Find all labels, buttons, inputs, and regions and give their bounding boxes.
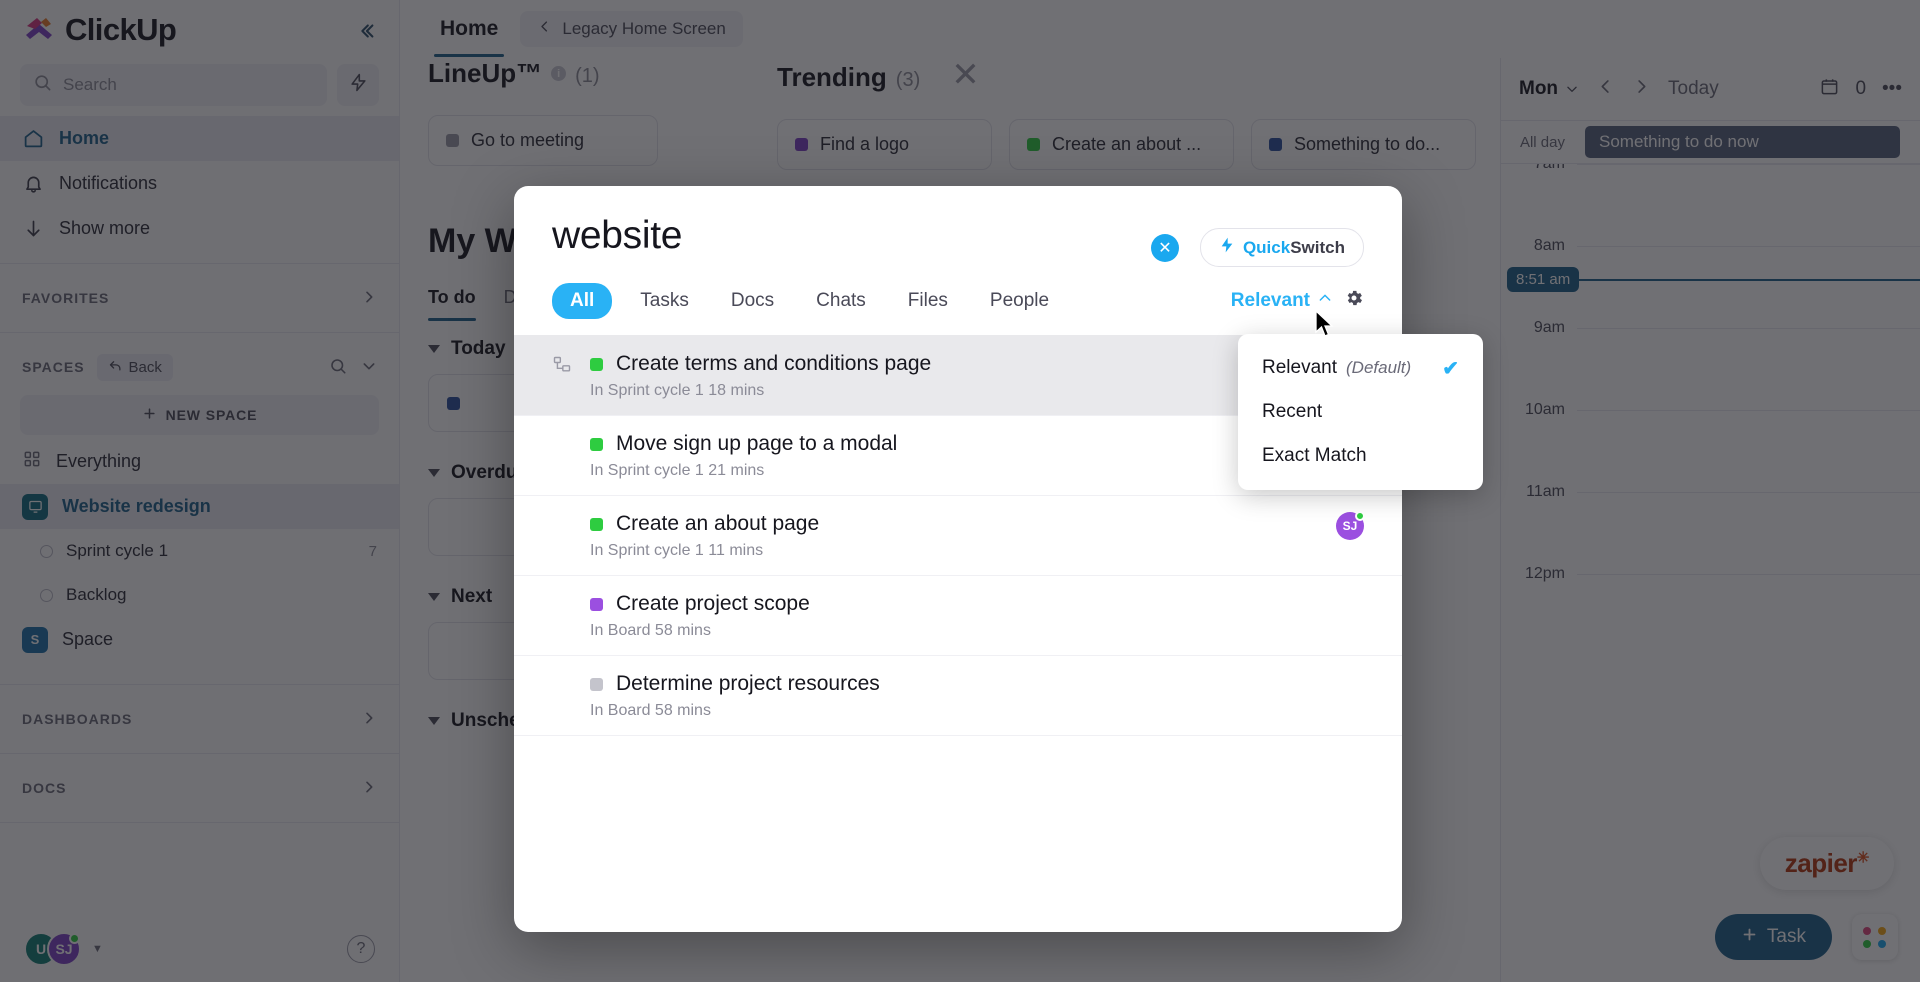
quickswitch-label-1: Quick bbox=[1242, 237, 1291, 257]
avatar[interactable]: SJ bbox=[1336, 511, 1365, 540]
search-query-input[interactable]: website bbox=[552, 214, 682, 258]
app-root: ClickUp Search bbox=[0, 0, 1920, 982]
result-title: Move sign up page to a modal bbox=[616, 432, 898, 455]
sort-option-relevant[interactable]: Relevant (Default) ✔ bbox=[1238, 346, 1483, 390]
presence-dot bbox=[1355, 511, 1365, 521]
result-subtitle: In Sprint cycle 1 11 mins bbox=[590, 542, 764, 559]
option-label: Recent bbox=[1262, 401, 1323, 422]
tab-files[interactable]: Files bbox=[894, 283, 962, 319]
quickswitch-button[interactable]: QuickSwitch bbox=[1199, 228, 1364, 267]
quickswitch-label-2: Switch bbox=[1290, 237, 1345, 257]
sort-controls: Relevant bbox=[1231, 288, 1364, 314]
chevron-up-icon bbox=[1317, 290, 1333, 312]
modal-header: website ✕ QuickSwitch bbox=[514, 186, 1402, 267]
status-square-icon bbox=[590, 437, 603, 451]
tab-docs[interactable]: Docs bbox=[717, 283, 788, 319]
status-square-icon bbox=[590, 517, 603, 531]
gear-icon[interactable] bbox=[1344, 288, 1364, 314]
result-title: Create terms and conditions page bbox=[616, 352, 932, 375]
result-subtitle: In Board 58 mins bbox=[590, 622, 711, 639]
sort-option-recent[interactable]: Recent bbox=[1238, 390, 1483, 434]
check-icon: ✔ bbox=[1442, 357, 1459, 380]
hierarchy-placeholder bbox=[552, 432, 576, 435]
option-note: (Default) bbox=[1346, 358, 1412, 377]
status-square-icon bbox=[590, 597, 603, 611]
clear-x-icon: ✕ bbox=[1158, 239, 1172, 257]
sort-dropdown-button[interactable]: Relevant bbox=[1231, 290, 1333, 312]
status-square-icon bbox=[590, 357, 603, 371]
result-subtitle: In Board 58 mins bbox=[590, 702, 711, 719]
hierarchy-placeholder bbox=[552, 512, 576, 515]
sort-option-exact-match[interactable]: Exact Match bbox=[1238, 434, 1483, 478]
result-title: Determine project resources bbox=[616, 672, 880, 695]
tab-chats[interactable]: Chats bbox=[802, 283, 880, 319]
modal-header-actions: ✕ QuickSwitch bbox=[1150, 214, 1364, 267]
subtask-hierarchy-icon bbox=[552, 352, 576, 380]
avatar-initials: SJ bbox=[1342, 519, 1358, 533]
result-title: Create project scope bbox=[616, 592, 810, 615]
search-modal: website ✕ QuickSwitch All Tasks Docs Cha… bbox=[514, 186, 1402, 932]
search-result-row[interactable]: Determine project resources In Board 58 … bbox=[514, 655, 1402, 735]
option-label: Relevant bbox=[1262, 357, 1337, 378]
option-label: Exact Match bbox=[1262, 445, 1367, 466]
tab-people[interactable]: People bbox=[976, 283, 1063, 319]
clear-search-button[interactable]: ✕ bbox=[1150, 233, 1179, 262]
search-result-row[interactable]: Create an about page In Sprint cycle 1 1… bbox=[514, 495, 1402, 575]
search-result-row[interactable]: Create project scope In Board 58 mins bbox=[514, 575, 1402, 655]
result-title: Create an about page bbox=[616, 512, 820, 535]
tab-all[interactable]: All bbox=[552, 283, 613, 319]
lightning-bolt-icon bbox=[1219, 237, 1235, 258]
hierarchy-placeholder bbox=[552, 592, 576, 595]
status-square-icon bbox=[590, 677, 603, 691]
sort-current-label: Relevant bbox=[1230, 290, 1310, 311]
modal-filter-tabs: All Tasks Docs Chats Files People Releva… bbox=[514, 267, 1402, 319]
results-bottom-divider bbox=[514, 735, 1402, 736]
hierarchy-placeholder bbox=[552, 672, 576, 675]
sort-dropdown-menu: Relevant (Default) ✔ Recent Exact Match bbox=[1238, 334, 1483, 490]
tab-tasks[interactable]: Tasks bbox=[626, 283, 703, 319]
